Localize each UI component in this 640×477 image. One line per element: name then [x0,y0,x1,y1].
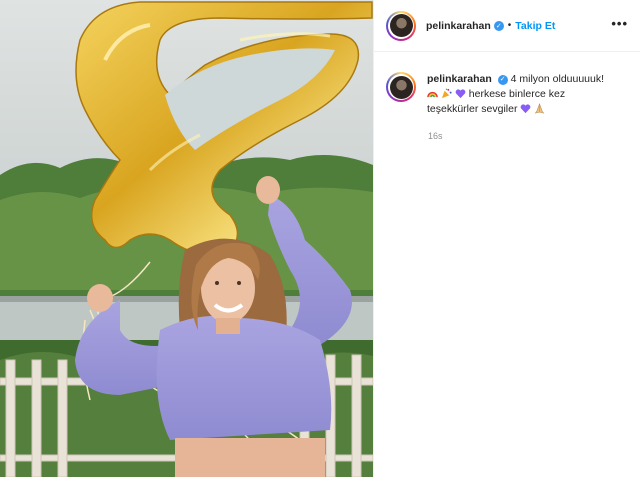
caption-text: pelinkarahan ✓ 4 milyon olduuuuuk! herke… [427,72,604,117]
post-photo[interactable] [0,0,373,477]
post-sidebar: pelinkarahan ✓ • Takip Et ••• pelinkarah… [373,0,640,477]
verified-badge-icon: ✓ [497,74,508,85]
party-popper-emoji-icon [441,88,452,99]
caption-line-2: herkese binlerce kez [468,88,566,100]
purple-heart-emoji-icon [455,89,466,99]
avatar[interactable] [386,10,416,41]
caption-block: pelinkarahan ✓ 4 milyon olduuuuuk! herke… [386,72,630,117]
photo-illustration [0,0,373,477]
purple-heart-emoji-icon [521,104,531,114]
username-link[interactable]: pelinkarahan [426,20,491,32]
caption-headline: 4 milyon olduuuuuk! [510,73,605,85]
more-options-icon[interactable]: ••• [611,17,628,30]
follow-button[interactable]: Takip Et [515,20,555,32]
caption-line-3: teşekkürler sevgiler [427,103,518,115]
caption-avatar[interactable] [386,72,416,102]
rainbow-emoji-icon [427,91,438,98]
folded-hands-emoji-icon [535,103,545,114]
instagram-post: pelinkarahan ✓ • Takip Et ••• pelinkarah… [0,0,640,477]
separator-dot: • [507,20,512,31]
avatar-image [389,14,413,37]
verified-badge-icon: ✓ [493,20,504,31]
post-header: pelinkarahan ✓ • Takip Et ••• [374,0,640,52]
caption-username[interactable]: pelinkarahan [427,73,492,85]
post-timestamp: 16s [428,131,443,141]
